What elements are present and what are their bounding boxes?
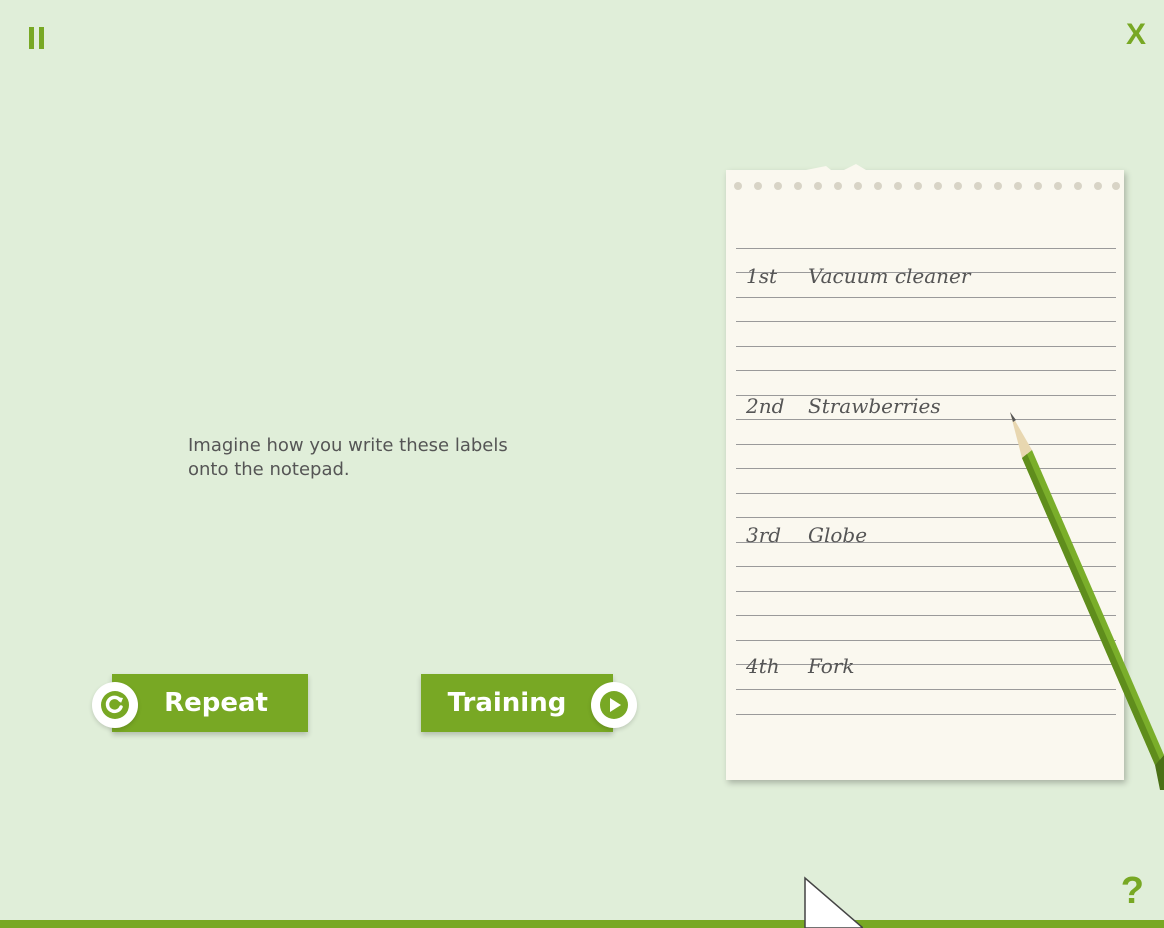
play-icon[interactable] [591, 682, 637, 728]
entry-label: Globe [808, 523, 868, 547]
training-button-label: Training [447, 688, 567, 718]
notepad-line [736, 346, 1116, 347]
entry-ordinal: 4th [746, 654, 780, 678]
notepad-binding [726, 164, 1124, 192]
pencil-icon [1010, 412, 1164, 790]
entry-ordinal: 2nd [746, 394, 785, 418]
pause-icon-bar [29, 27, 34, 49]
instruction-text: Imagine how you write these labels onto … [188, 435, 508, 480]
notepad-line [736, 321, 1116, 322]
bottom-bar [0, 920, 1164, 928]
notepad-line [736, 297, 1116, 298]
entry-label: Strawberries [808, 394, 941, 418]
pause-button[interactable] [27, 27, 47, 49]
entry-ordinal: 3rd [746, 523, 782, 547]
help-button[interactable]: ? [1121, 870, 1144, 913]
notepad-line [736, 248, 1116, 249]
entry-label: Vacuum cleaner [808, 264, 971, 288]
pause-icon-bar [39, 27, 44, 49]
notepad-entry: 3rd Globe [746, 523, 867, 547]
repeat-button-label: Repeat [164, 688, 268, 718]
cursor-arrow-icon [804, 876, 863, 928]
repeat-button[interactable]: Repeat [112, 674, 308, 732]
repeat-icon[interactable] [92, 682, 138, 728]
notepad-entry: 2nd Strawberries [746, 394, 941, 418]
training-button[interactable]: Training [421, 674, 613, 732]
notepad-entry: 1st Vacuum cleaner [746, 264, 970, 288]
entry-ordinal: 1st [746, 264, 778, 288]
close-button[interactable]: X [1126, 18, 1146, 52]
notepad-line [736, 370, 1116, 371]
entry-label: Fork [808, 654, 855, 678]
notepad-entry: 4th Fork [746, 654, 855, 678]
